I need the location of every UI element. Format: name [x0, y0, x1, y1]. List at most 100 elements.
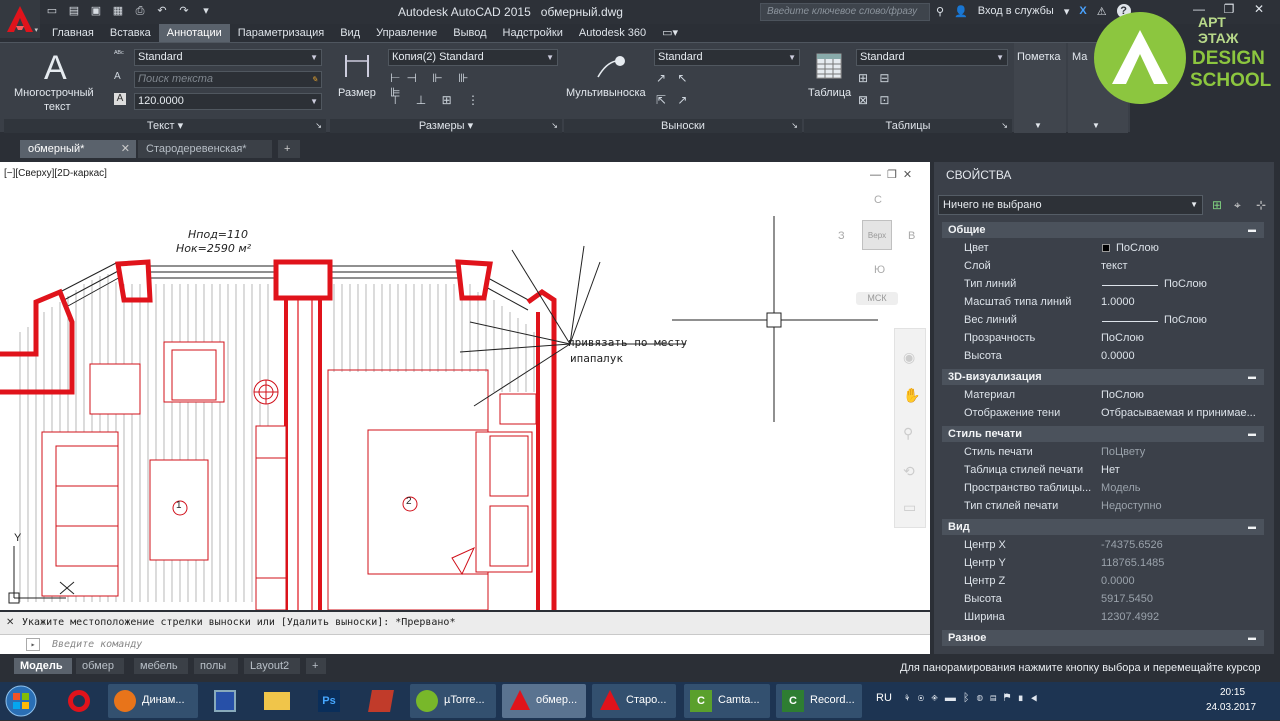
undo-icon[interactable]: ↶ [154, 3, 170, 19]
pickadd-icon[interactable]: ⊹ [1256, 198, 1266, 212]
property-row[interactable]: Центр Y 118765.1485 [942, 555, 1264, 573]
taskbar-opera[interactable] [60, 684, 100, 718]
property-row[interactable]: Цвет ПоСлою [942, 240, 1264, 258]
property-row[interactable]: Стиль печати ПоЦвету [942, 444, 1264, 462]
taskbar-camtasia[interactable]: C Camta... [684, 684, 770, 718]
ucs-menu[interactable]: МСК [856, 292, 898, 305]
viewcube-south[interactable]: Ю [874, 264, 885, 276]
taskbar-save[interactable] [204, 684, 248, 718]
layout-tab[interactable]: обмер [76, 658, 124, 674]
property-row[interactable]: Ширина 12307.4992 [942, 609, 1264, 627]
mtext-button[interactable]: A Многострочный текст [8, 47, 108, 113]
new-tab-button[interactable]: + [278, 140, 300, 158]
panel-title-tables[interactable]: Таблицы ↘ [804, 119, 1012, 133]
panel-title-leaders[interactable]: Выноски ↘ [564, 119, 802, 133]
drawing-canvas[interactable]: [−][Сверху][2D-каркас] —❐✕ Hпод=110 Hок=… [0, 162, 930, 610]
tab-insert[interactable]: Вставка [102, 24, 159, 42]
signin-menu-icon[interactable]: ▾ [1064, 5, 1070, 18]
save-as-icon[interactable]: ▦ [110, 3, 126, 19]
text-style-select[interactable]: Standard ▼ [134, 49, 322, 66]
tray-icon[interactable]: ▬ [945, 692, 963, 704]
exchange-icon[interactable]: X [1079, 5, 1086, 17]
layout-tab[interactable]: полы [194, 658, 238, 674]
taskbar-photoshop[interactable]: Ps [308, 684, 352, 718]
taskbar-sketchup[interactable] [360, 684, 404, 718]
table-tools-row2-icon[interactable]: ⊠ ⊡ [858, 93, 898, 107]
property-row[interactable]: Высота 0.0000 [942, 348, 1264, 366]
property-row[interactable]: Отображение тени Отбрасываемая и принимае… [942, 405, 1264, 423]
text-height-select[interactable]: 120.0000 ▼ [134, 93, 322, 110]
tray-icon[interactable]: ◉ [918, 692, 932, 704]
ribbon-options-icon[interactable]: ▭▾ [654, 24, 686, 42]
command-prompt-icon[interactable]: ▸ [26, 638, 40, 651]
tab-manage[interactable]: Управление [368, 24, 445, 42]
pan-icon[interactable]: ✋ [903, 387, 920, 404]
property-row[interactable]: Центр X -74375.6526 [942, 537, 1264, 555]
property-row[interactable]: Прозрачность ПоСлою [942, 330, 1264, 348]
property-row[interactable]: Пространство таблицы... Модель [942, 480, 1264, 498]
mleader-button[interactable]: Мультивыноска [566, 47, 654, 113]
property-row[interactable]: Таблица стилей печати Нет [942, 462, 1264, 480]
open-file-icon[interactable]: ▤ [66, 3, 82, 19]
tab-annotate[interactable]: Аннотации [158, 24, 230, 42]
tab-a360[interactable]: Autodesk 360 [571, 24, 654, 42]
collapse-icon[interactable]: ▬ [1248, 369, 1256, 385]
viewcube[interactable]: С З В Ю Верх МСК [834, 192, 924, 312]
search-input[interactable]: Введите ключевое слово/фразу [760, 3, 930, 21]
tray-icon[interactable]: ⚘ [904, 692, 918, 704]
doc-tab[interactable]: Стародеревенская* [138, 140, 272, 158]
property-row[interactable]: Центр Z 0.0000 [942, 573, 1264, 591]
table-tools-row1-icon[interactable]: ⊞ ⊟ [858, 71, 898, 85]
table-style-select[interactable]: Standard ▼ [856, 49, 1008, 66]
properties-section-header[interactable]: Стиль печати ▬ [942, 426, 1264, 442]
markup-panel[interactable]: Пометка ▼ [1014, 43, 1066, 133]
user-icon[interactable]: 👤 [954, 5, 968, 18]
property-row[interactable]: Высота 5917.5450 [942, 591, 1264, 609]
select-objects-icon[interactable]: ⌖ [1234, 198, 1241, 213]
properties-section-header[interactable]: Разное ▬ [942, 630, 1264, 646]
orbit-icon[interactable]: ⟲ [903, 463, 915, 480]
collapse-icon[interactable]: ▬ [1248, 222, 1256, 238]
volume-icon[interactable]: ◀ [1031, 692, 1045, 704]
panel-title-dims[interactable]: Размеры ▾ ↘ [330, 119, 562, 133]
binoculars-icon[interactable]: ⚲ [936, 5, 944, 18]
property-row[interactable]: Масштаб типа линий 1.0000 [942, 294, 1264, 312]
signin-link[interactable]: Вход в службы [978, 5, 1054, 17]
tray-icon[interactable]: ◈ [931, 692, 945, 704]
tray-icon[interactable]: ◍ [976, 692, 990, 704]
print-icon[interactable]: ⎙ [132, 3, 148, 19]
property-row[interactable]: Тип линий ПоСлою [942, 276, 1264, 294]
tab-view[interactable]: Вид [332, 24, 368, 42]
viewcube-top-face[interactable]: Верх [862, 220, 892, 250]
clock-date[interactable]: 24.03.2017 [1206, 702, 1256, 713]
command-input[interactable]: ▸ Введите команду [0, 634, 930, 654]
app-menu-button[interactable]: ▾ [0, 0, 40, 38]
doc-tab-active[interactable]: обмерный* ✕ [20, 140, 136, 158]
taskbar-firefox[interactable]: Динам... [108, 684, 198, 718]
clock-time[interactable]: 20:15 [1220, 687, 1245, 698]
zoom-icon[interactable]: ⚲ [903, 425, 913, 442]
collapse-icon[interactable]: ▬ [1248, 630, 1256, 646]
collapse-icon[interactable]: ▬ [1248, 426, 1256, 442]
properties-section-header[interactable]: Вид ▬ [942, 519, 1264, 535]
taskbar-utorrent[interactable]: µTorre... [410, 684, 496, 718]
tray-icon[interactable]: ⚑ [1004, 692, 1018, 704]
network-icon[interactable]: ▤ [990, 692, 1004, 704]
leader-tools-row1-icon[interactable]: ↗ ↖ [656, 71, 706, 85]
layout-tab-model[interactable]: Модель [14, 658, 72, 674]
quick-select-icon[interactable]: ⊞ [1212, 198, 1222, 212]
properties-section-header[interactable]: Общие ▬ [942, 222, 1264, 238]
collapse-icon[interactable]: ▬ [1248, 519, 1256, 535]
new-layout-button[interactable]: + [306, 658, 326, 674]
save-icon[interactable]: ▣ [88, 3, 104, 19]
qat-menu-icon[interactable]: ▾ [198, 3, 214, 19]
bluetooth-icon[interactable]: ᛒ [963, 692, 977, 704]
dim-style-select[interactable]: Копия(2) Standard ▼ [388, 49, 558, 66]
battery-icon[interactable]: ▮ [1017, 692, 1031, 704]
language-indicator[interactable]: RU [876, 692, 892, 704]
viewcube-west[interactable]: З [838, 230, 845, 242]
property-row[interactable]: Слой текст [942, 258, 1264, 276]
tab-home[interactable]: Главная [44, 24, 102, 42]
command-close-icon[interactable]: ✕ [6, 612, 14, 634]
mleader-style-select[interactable]: Standard ▼ [654, 49, 800, 66]
